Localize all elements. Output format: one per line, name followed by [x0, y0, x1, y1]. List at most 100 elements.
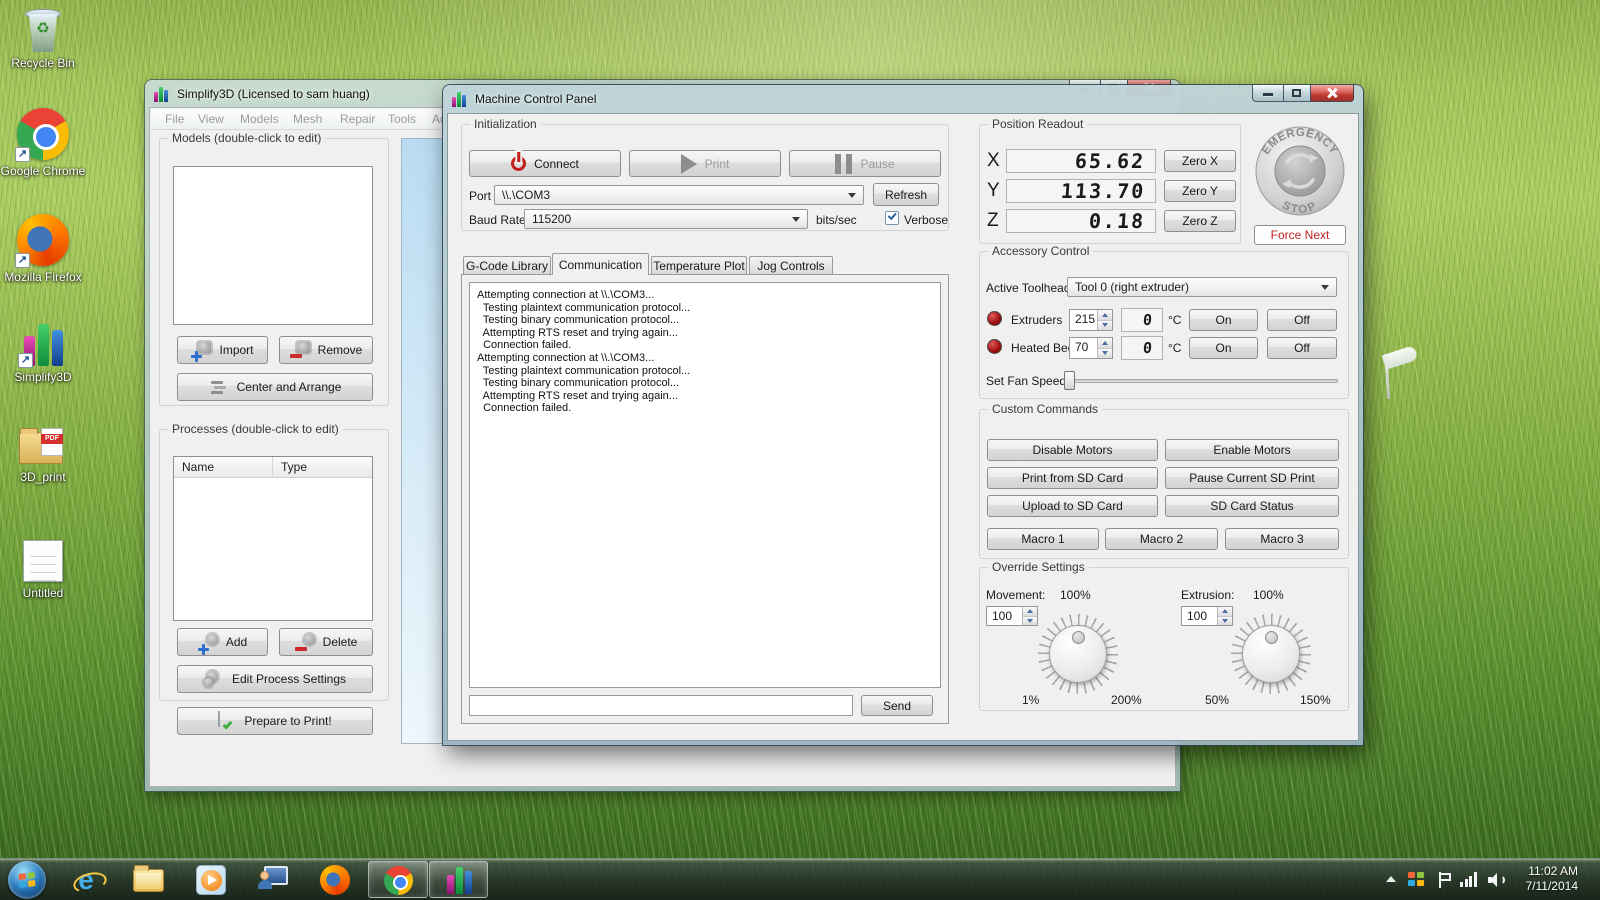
- wallpaper-flag-decoration: [1382, 345, 1419, 370]
- position-readout-label: Position Readout: [988, 117, 1087, 131]
- pdf-badge: PDF: [41, 434, 63, 444]
- print-button[interactable]: Print: [629, 150, 781, 177]
- desktop-icon-untitled[interactable]: Untitled: [0, 540, 86, 600]
- models-list[interactable]: [173, 166, 373, 325]
- set-fan-speed-label: Set Fan Speed: [986, 374, 1066, 388]
- port-dropdown[interactable]: \\.\COM3: [494, 185, 864, 205]
- extrusion-label: Extrusion:: [1181, 588, 1234, 602]
- edit-process-settings-button[interactable]: Edit Process Settings: [177, 665, 373, 693]
- menu-models[interactable]: Models: [240, 112, 279, 126]
- extrusion-knob[interactable]: [1242, 625, 1300, 683]
- windows-update-tray-icon[interactable]: [1408, 872, 1425, 887]
- taskbar-simplify3d-active[interactable]: [429, 861, 488, 898]
- desktop-icon-recycle-bin[interactable]: ♻ Recycle Bin: [0, 6, 86, 70]
- macro-2-button[interactable]: Macro 2: [1105, 528, 1218, 550]
- movement-spinner[interactable]: 100: [986, 606, 1038, 626]
- emergency-stop-button[interactable]: EMERGENCY STOP: [1254, 125, 1346, 217]
- fan-speed-slider-track[interactable]: [1066, 379, 1338, 383]
- start-button[interactable]: [8, 861, 46, 899]
- extruder-temp-spinner[interactable]: 215: [1069, 309, 1113, 331]
- baud-rate-dropdown[interactable]: 115200: [524, 209, 808, 229]
- tab-gcode-library[interactable]: G-Code Library: [463, 256, 551, 275]
- chrome-icon: ↗: [17, 108, 69, 160]
- import-button[interactable]: Import: [177, 336, 268, 364]
- icon-label: Mozilla Firefox: [0, 270, 86, 284]
- firefox-icon: [320, 865, 350, 895]
- y-position-display: 113.70: [1006, 179, 1156, 203]
- column-name[interactable]: Name: [174, 457, 273, 477]
- remove-icon: [290, 342, 310, 359]
- tab-communication[interactable]: Communication: [552, 253, 649, 275]
- menu-mesh[interactable]: Mesh: [293, 112, 322, 126]
- menu-repair[interactable]: Repair: [340, 112, 375, 126]
- desktop-icon-simplify3d[interactable]: ↗ Simplify3D: [0, 320, 86, 384]
- zero-y-button[interactable]: Zero Y: [1164, 180, 1236, 202]
- active-toolhead-dropdown[interactable]: Tool 0 (right extruder): [1067, 277, 1337, 297]
- send-button[interactable]: Send: [861, 695, 933, 716]
- network-signal-icon[interactable]: [1460, 872, 1477, 887]
- tab-temperature-plot[interactable]: Temperature Plot: [651, 256, 747, 275]
- heated-bed-temp-spinner[interactable]: 70: [1069, 337, 1113, 359]
- prepare-to-print-button[interactable]: Prepare to Print!: [177, 707, 373, 735]
- fan-speed-slider-handle[interactable]: [1064, 371, 1075, 390]
- sd-card-status-button[interactable]: SD Card Status: [1165, 495, 1339, 517]
- delete-process-button[interactable]: Delete: [279, 628, 373, 656]
- column-type[interactable]: Type: [273, 457, 372, 477]
- extruder-on-button[interactable]: On: [1189, 309, 1258, 331]
- send-command-input[interactable]: [469, 695, 853, 716]
- menu-tools[interactable]: Tools: [388, 112, 416, 126]
- processes-table[interactable]: Name Type: [173, 456, 373, 621]
- desktop-icon-mozilla-firefox[interactable]: ↗ Mozilla Firefox: [0, 214, 86, 284]
- movement-knob[interactable]: [1049, 625, 1107, 683]
- heated-bed-off-button[interactable]: Off: [1267, 337, 1337, 359]
- print-from-sd-card-button[interactable]: Print from SD Card: [987, 467, 1158, 489]
- maximize-button[interactable]: [1283, 85, 1311, 102]
- knob-indicator: [1265, 631, 1278, 644]
- delete-icon: [295, 634, 315, 651]
- verbose-checkbox[interactable]: [885, 211, 899, 225]
- chrome-icon: [384, 866, 413, 895]
- taskbar-remote-app[interactable]: [257, 864, 289, 896]
- movement-min-label: 1%: [1022, 693, 1039, 707]
- taskbar-internet-explorer[interactable]: e: [70, 864, 102, 896]
- mcp-app-icon: [452, 92, 468, 107]
- zero-z-button[interactable]: Zero Z: [1164, 210, 1236, 232]
- taskbar-chrome-active[interactable]: [368, 861, 428, 898]
- taskbar-clock[interactable]: 11:02 AM 7/11/2014: [1500, 864, 1578, 894]
- refresh-button[interactable]: Refresh: [873, 183, 939, 206]
- action-center-flag-icon[interactable]: [1438, 872, 1452, 888]
- center-and-arrange-button[interactable]: Center and Arrange: [177, 373, 373, 401]
- remove-button[interactable]: Remove: [279, 336, 373, 364]
- add-process-button[interactable]: Add: [177, 628, 268, 656]
- zero-x-button[interactable]: Zero X: [1164, 150, 1236, 172]
- show-hidden-icons-button[interactable]: [1386, 876, 1396, 882]
- close-button[interactable]: [1311, 85, 1354, 102]
- connect-button[interactable]: Connect: [469, 150, 621, 177]
- celsius-label: °C: [1168, 341, 1181, 355]
- tab-jog-controls[interactable]: Jog Controls: [749, 256, 833, 275]
- disable-motors-button[interactable]: Disable Motors: [987, 439, 1158, 461]
- chevron-down-icon: [1321, 285, 1329, 290]
- extruder-off-button[interactable]: Off: [1267, 309, 1337, 331]
- taskbar-firefox[interactable]: [319, 864, 351, 896]
- communication-log[interactable]: Attempting connection at \\.\COM3... Tes…: [469, 282, 941, 688]
- pause-current-sd-print-button[interactable]: Pause Current SD Print: [1165, 467, 1339, 489]
- pause-button[interactable]: Pause: [789, 150, 941, 177]
- extrusion-spinner[interactable]: 100: [1181, 606, 1233, 626]
- macro-3-button[interactable]: Macro 3: [1225, 528, 1339, 550]
- mcp-titlebar[interactable]: Machine Control Panel: [443, 85, 1363, 113]
- macro-1-button[interactable]: Macro 1: [987, 528, 1099, 550]
- heated-bed-on-button[interactable]: On: [1189, 337, 1258, 359]
- minimize-button[interactable]: [1252, 85, 1283, 102]
- menu-view[interactable]: View: [198, 112, 224, 126]
- force-next-button[interactable]: Force Next: [1254, 225, 1346, 245]
- add-icon: [198, 634, 218, 651]
- taskbar-windows-explorer[interactable]: [132, 864, 164, 896]
- taskbar-media-player[interactable]: [195, 864, 227, 896]
- desktop-icon-google-chrome[interactable]: ↗ Google Chrome: [0, 108, 86, 178]
- upload-to-sd-card-button[interactable]: Upload to SD Card: [987, 495, 1158, 517]
- menu-file[interactable]: File: [165, 112, 184, 126]
- enable-motors-button[interactable]: Enable Motors: [1165, 439, 1339, 461]
- play-icon: [681, 154, 697, 174]
- desktop-icon-3d-print[interactable]: PDF 3D_print: [0, 428, 86, 484]
